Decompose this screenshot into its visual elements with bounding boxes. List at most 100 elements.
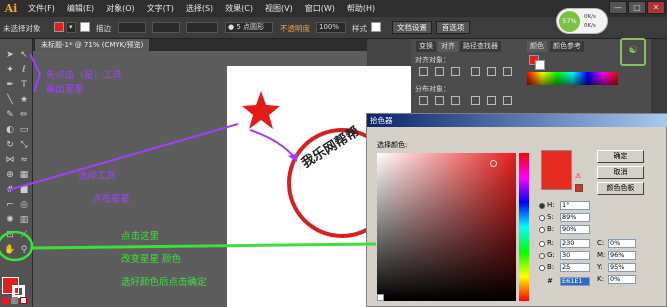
document-tab[interactable]: 未标题-1* @ 71% (CMYK/预览) xyxy=(35,39,150,51)
lasso-icon[interactable]: ℓ xyxy=(18,64,30,76)
distribute-bottom-icon[interactable] xyxy=(451,96,460,105)
brush-preview[interactable] xyxy=(186,22,218,33)
gradient-mode-icon[interactable] xyxy=(11,297,18,304)
align-top-icon[interactable] xyxy=(471,67,480,76)
fill-swatch[interactable] xyxy=(54,22,64,32)
brush-tool-icon[interactable]: ✎ xyxy=(4,109,16,121)
s-field[interactable]: 89% xyxy=(560,213,590,222)
r-radio[interactable] xyxy=(539,241,545,247)
tab-transform[interactable]: 变换 xyxy=(416,41,436,52)
graph-tool-icon[interactable]: ▥ xyxy=(18,214,30,226)
star-tool-icon[interactable]: ★ xyxy=(18,94,30,106)
menu-type[interactable]: 文字(T) xyxy=(141,0,180,17)
color-mode-icon[interactable] xyxy=(2,297,9,304)
magic-wand-icon[interactable]: ✦ xyxy=(4,64,16,76)
h-field[interactable]: 1° xyxy=(560,201,590,210)
distribute-left-icon[interactable] xyxy=(471,96,480,105)
distribute-top-icon[interactable] xyxy=(419,96,428,105)
m-field[interactable]: 96% xyxy=(608,251,636,260)
align-bottom-icon[interactable] xyxy=(503,67,512,76)
fill-dropdown[interactable]: ▾ xyxy=(66,22,76,33)
distribute-vcenter-icon[interactable] xyxy=(435,96,444,105)
align-left-icon[interactable] xyxy=(419,67,428,76)
distribute-right-icon[interactable] xyxy=(503,96,512,105)
none-mode-icon[interactable] xyxy=(20,297,27,304)
selection-tool-icon[interactable]: ➤ xyxy=(4,49,16,61)
slice-tool-icon[interactable]: ⟋ xyxy=(18,229,30,241)
b-field[interactable]: 90% xyxy=(560,225,590,234)
saturation-brightness-field[interactable] xyxy=(377,153,516,301)
color-cursor[interactable] xyxy=(490,160,497,167)
line-tool-icon[interactable]: ╲ xyxy=(4,94,16,106)
menu-edit[interactable]: 编辑(E) xyxy=(61,0,100,17)
artboard-tool-icon[interactable]: ⊡ xyxy=(4,229,16,241)
g-field[interactable]: 30 xyxy=(560,251,590,260)
stroke-weight-input[interactable] xyxy=(118,22,146,33)
minimize-button[interactable]: — xyxy=(609,1,627,14)
mesh-tool-icon[interactable]: # xyxy=(4,184,16,196)
distribute-hcenter-icon[interactable] xyxy=(487,96,496,105)
cancel-button[interactable]: 取消 xyxy=(597,166,644,179)
eyedropper-icon[interactable]: ⌐ xyxy=(4,199,16,211)
h-radio[interactable] xyxy=(539,203,545,209)
g-radio[interactable] xyxy=(539,253,545,259)
direct-selection-tool-icon[interactable]: ↖ xyxy=(18,49,30,61)
y-field[interactable]: 95% xyxy=(608,263,636,272)
shape-builder-icon[interactable]: ⊕ xyxy=(4,169,16,181)
align-right-icon[interactable] xyxy=(451,67,460,76)
perspective-grid-icon[interactable]: ▦ xyxy=(18,169,30,181)
k-field[interactable]: 0% xyxy=(608,275,636,284)
align-hcenter-icon[interactable] xyxy=(435,67,444,76)
tab-pathfinder[interactable]: 路径查找器 xyxy=(460,41,501,52)
blob-brush-icon[interactable]: ◐ xyxy=(4,124,16,136)
stroke-swatch[interactable] xyxy=(80,22,90,32)
color-swatches-button[interactable]: 颜色色板 xyxy=(597,182,644,195)
gamut-color-swatch[interactable] xyxy=(575,184,583,192)
hex-field[interactable]: E61E1 xyxy=(560,277,590,286)
rotate-tool-icon[interactable]: ↻ xyxy=(4,139,16,151)
color-spectrum-bar[interactable] xyxy=(527,72,618,85)
type-tool-icon[interactable]: T xyxy=(18,79,30,91)
opacity-label[interactable]: 不透明度 xyxy=(280,23,310,34)
r-field[interactable]: 230 xyxy=(560,239,590,248)
menu-window[interactable]: 窗口(W) xyxy=(299,0,341,17)
zoom-tool-icon[interactable]: ⚲ xyxy=(18,244,30,256)
style-swatch[interactable] xyxy=(371,22,381,32)
warp-tool-icon[interactable]: ≈ xyxy=(18,154,30,166)
tab-color-guide[interactable]: 颜色参考 xyxy=(550,41,584,52)
close-button[interactable]: ✕ xyxy=(647,1,665,14)
maximize-button[interactable]: □ xyxy=(628,1,646,14)
ok-button[interactable]: 确定 xyxy=(597,150,644,163)
preferences-button[interactable]: 首选项 xyxy=(436,21,470,34)
c-field[interactable]: 0% xyxy=(608,239,636,248)
gradient-tool-icon[interactable]: ■ xyxy=(18,184,30,196)
menu-select[interactable]: 选择(S) xyxy=(180,0,219,17)
width-tool-icon[interactable]: ⋈ xyxy=(4,154,16,166)
tab-align[interactable]: 对齐 xyxy=(438,41,458,52)
align-vcenter-icon[interactable] xyxy=(487,67,496,76)
brush-dropdown[interactable]: ● 5 点圆形 xyxy=(225,22,273,33)
blue-field[interactable]: 25 xyxy=(560,263,590,272)
menu-help[interactable]: 帮助(H) xyxy=(341,0,381,17)
menu-file[interactable]: 文件(F) xyxy=(22,0,61,17)
b-radio[interactable] xyxy=(539,227,545,233)
web-only-checkbox[interactable] xyxy=(377,294,384,301)
document-setup-button[interactable]: 文档设置 xyxy=(392,21,432,34)
pencil-tool-icon[interactable]: ✏ xyxy=(18,109,30,121)
hand-tool-icon[interactable]: ✋ xyxy=(4,244,16,256)
color-panel-stroke[interactable] xyxy=(535,60,545,70)
variable-width-dropdown[interactable] xyxy=(152,22,180,33)
eraser-tool-icon[interactable]: ▭ xyxy=(18,124,30,136)
menu-view[interactable]: 视图(V) xyxy=(259,0,299,17)
opacity-input[interactable]: 100% xyxy=(316,22,346,33)
blend-tool-icon[interactable]: ◎ xyxy=(18,199,30,211)
s-radio[interactable] xyxy=(539,215,545,221)
menu-effect[interactable]: 效果(C) xyxy=(219,0,259,17)
tab-color[interactable]: 颜色 xyxy=(527,41,547,52)
scale-tool-icon[interactable]: ⤡ xyxy=(18,139,30,151)
menu-object[interactable]: 对象(O) xyxy=(100,0,141,17)
blue-radio[interactable] xyxy=(539,265,545,271)
symbol-sprayer-icon[interactable]: ✺ xyxy=(4,214,16,226)
out-of-gamut-icon[interactable]: ⚠ xyxy=(575,172,581,180)
pen-tool-icon[interactable]: ✒ xyxy=(4,79,16,91)
